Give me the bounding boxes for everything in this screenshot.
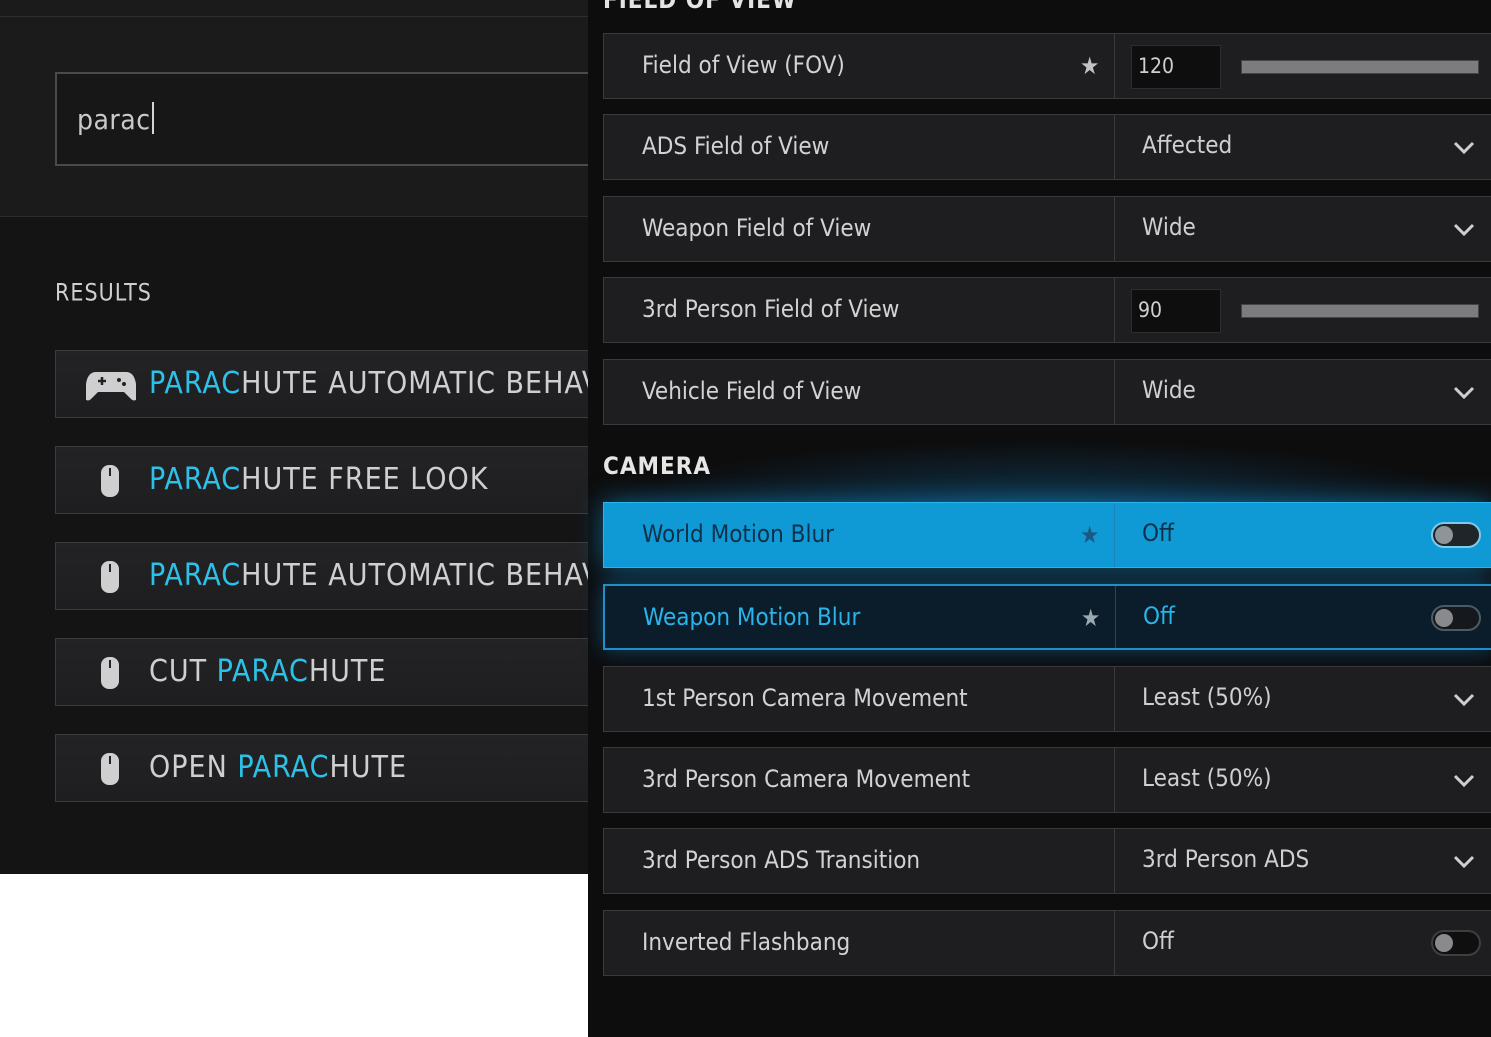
setting-label: Inverted Flashbang [642, 928, 851, 956]
divider [1114, 748, 1115, 812]
divider [1114, 667, 1115, 731]
favorite-star-icon[interactable]: ★ [1080, 52, 1099, 80]
setting-value: Least (50%) [1142, 764, 1272, 792]
results-heading: RESULTS [55, 279, 152, 307]
divider [1114, 360, 1115, 424]
divider [1114, 503, 1115, 567]
toggle-knob [1435, 526, 1453, 544]
setting-label: 3rd Person Field of View [642, 295, 900, 323]
chevron-down-icon[interactable] [1451, 380, 1477, 406]
toggle-switch[interactable] [1431, 605, 1481, 631]
result-label: PARACHUTE AUTOMATIC BEHAVIOR [149, 366, 653, 401]
setting-label: Weapon Field of View [642, 214, 872, 242]
favorite-star-icon[interactable]: ★ [1081, 604, 1100, 632]
chevron-down-icon[interactable] [1451, 687, 1477, 713]
setting-label: World Motion Blur [642, 520, 835, 548]
toggle-switch[interactable] [1431, 930, 1481, 956]
setting-value: Off [1142, 927, 1174, 955]
divider [1114, 278, 1115, 342]
result-label: PARACHUTE AUTOMATIC BEHAVIOR [149, 558, 653, 593]
search-input-value: parac [77, 103, 151, 136]
search-header: parac [0, 0, 595, 217]
setting-row-weapon-fov[interactable]: Weapon Field of View Wide [603, 196, 1491, 262]
divider [0, 16, 588, 17]
slider-fill [1242, 305, 1478, 317]
divider [1114, 115, 1115, 179]
mouse-icon [86, 656, 136, 690]
setting-label: Weapon Motion Blur [643, 603, 861, 631]
mouse-icon [86, 464, 136, 498]
toggle-knob [1435, 609, 1453, 627]
setting-row-inverted-flashbang[interactable]: Inverted Flashbang Off [603, 910, 1491, 976]
result-item[interactable]: OPEN PARACHUTE [55, 734, 595, 802]
result-item[interactable]: CUT PARACHUTE [55, 638, 595, 706]
divider [1114, 34, 1115, 98]
setting-row-third-person-ads-transition[interactable]: 3rd Person ADS Transition 3rd Person ADS [603, 828, 1491, 894]
gamepad-icon [84, 368, 138, 402]
divider [1114, 197, 1115, 261]
setting-row-third-person-fov[interactable]: 3rd Person Field of View 90 [603, 277, 1491, 343]
section-heading-fov: FIELD OF VIEW [603, 0, 797, 14]
setting-value: Wide [1142, 213, 1196, 241]
fov-value-input[interactable]: 120 [1131, 45, 1221, 89]
mouse-icon [86, 560, 136, 594]
toggle-knob [1435, 934, 1453, 952]
setting-row-weapon-motion-blur[interactable]: Weapon Motion Blur ★ Off [603, 584, 1491, 650]
setting-row-third-person-camera-movement[interactable]: 3rd Person Camera Movement Least (50%) [603, 747, 1491, 813]
setting-row-first-person-camera-movement[interactable]: 1st Person Camera Movement Least (50%) [603, 666, 1491, 732]
toggle-switch[interactable] [1431, 522, 1481, 548]
result-item[interactable]: PARACHUTE AUTOMATIC BEHAVIOR [55, 542, 651, 610]
result-item[interactable]: PARACHUTE FREE LOOK [55, 446, 595, 514]
chevron-down-icon[interactable] [1451, 849, 1477, 875]
setting-label: 3rd Person ADS Transition [642, 846, 921, 874]
fov-slider[interactable] [1241, 60, 1479, 74]
settings-panel: FIELD OF VIEW Field of View (FOV) ★ 120 … [588, 0, 1491, 1037]
setting-row-world-motion-blur[interactable]: World Motion Blur ★ Off [603, 502, 1491, 568]
slider-fill [1242, 61, 1478, 73]
heading-glow [603, 440, 1491, 510]
setting-value: Affected [1142, 131, 1233, 159]
search-panel: parac RESULTS PARACHUTE AUTOMATIC BEHAVI… [0, 0, 651, 874]
section-heading-camera: CAMERA [603, 452, 712, 480]
setting-label: Field of View (FOV) [642, 51, 845, 79]
setting-label: 1st Person Camera Movement [642, 684, 968, 712]
setting-row-ads-fov[interactable]: ADS Field of View Affected [603, 114, 1491, 180]
result-label: CUT PARACHUTE [149, 654, 387, 689]
setting-label: ADS Field of View [642, 132, 830, 160]
third-fov-value-input[interactable]: 90 [1131, 289, 1221, 333]
setting-value: Off [1142, 519, 1174, 547]
setting-value: Least (50%) [1142, 683, 1272, 711]
setting-value: 3rd Person ADS [1142, 845, 1310, 873]
setting-value: Wide [1142, 376, 1196, 404]
setting-value: Off [1143, 602, 1175, 630]
chevron-down-icon[interactable] [1451, 768, 1477, 794]
divider [1115, 586, 1116, 648]
text-caret [151, 102, 154, 134]
setting-label: Vehicle Field of View [642, 377, 862, 405]
result-label: PARACHUTE FREE LOOK [149, 462, 489, 497]
result-label: OPEN PARACHUTE [149, 750, 408, 785]
search-input[interactable]: parac [55, 72, 595, 166]
setting-row-fov[interactable]: Field of View (FOV) ★ 120 [603, 33, 1491, 99]
result-item[interactable]: PARACHUTE AUTOMATIC BEHAVIOR [55, 350, 651, 418]
setting-row-vehicle-fov[interactable]: Vehicle Field of View Wide [603, 359, 1491, 425]
mouse-icon [86, 752, 136, 786]
divider [1114, 829, 1115, 893]
setting-label: 3rd Person Camera Movement [642, 765, 971, 793]
chevron-down-icon[interactable] [1451, 217, 1477, 243]
chevron-down-icon[interactable] [1451, 135, 1477, 161]
divider [1114, 911, 1115, 975]
third-fov-slider[interactable] [1241, 304, 1479, 318]
favorite-star-icon[interactable]: ★ [1080, 521, 1099, 549]
